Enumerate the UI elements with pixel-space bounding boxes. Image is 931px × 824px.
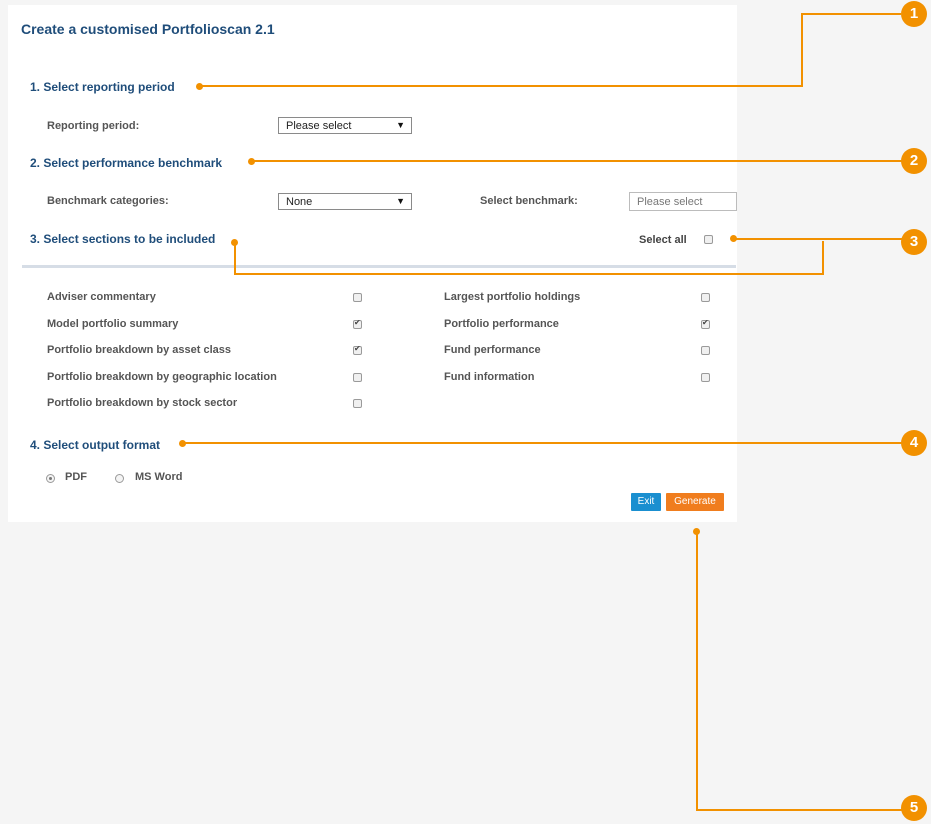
callout-badge-2: 2 [901, 148, 927, 174]
section-heading-included: 3. Select sections to be included [30, 232, 216, 246]
page-title: Create a customised Portfolioscan 2.1 [21, 21, 275, 37]
section-heading-benchmark: 2. Select performance benchmark [30, 156, 223, 170]
callout-line [234, 242, 236, 275]
dropdown-arrow-icon: ▼ [396, 120, 405, 130]
callout-line [183, 442, 902, 444]
callout-badge-1: 1 [901, 1, 927, 27]
section-item-label: Model portfolio summary [47, 318, 179, 330]
section-item-checkbox[interactable] [353, 293, 362, 302]
callout-line [252, 160, 902, 162]
section-item-label: Fund information [444, 371, 535, 383]
section-item-label: Portfolio breakdown by geographic locati… [47, 371, 277, 383]
callout-badge-5: 5 [901, 795, 927, 821]
section-item-label: Fund performance [444, 344, 541, 356]
section-item-label: Portfolio performance [444, 318, 559, 330]
generate-button[interactable]: Generate [666, 493, 724, 511]
pdf-option-label: PDF [65, 471, 87, 483]
benchmark-categories-label: Benchmark categories: [47, 195, 169, 207]
callout-line [822, 241, 824, 275]
reporting-period-label: Reporting period: [47, 120, 140, 132]
reporting-period-value: Please select [286, 120, 352, 132]
benchmark-categories-select[interactable]: None ▼ [278, 193, 412, 210]
section-item-label: Portfolio breakdown by stock sector [47, 397, 238, 409]
section-divider [22, 265, 736, 268]
msword-radio[interactable] [115, 474, 124, 483]
benchmark-categories-value: None [286, 196, 313, 208]
section-item-checkbox[interactable] [353, 373, 362, 382]
section-item-label: Largest portfolio holdings [444, 291, 581, 303]
select-all-label: Select all [639, 234, 687, 246]
section-item-checkbox[interactable] [701, 293, 710, 302]
dropdown-arrow-icon: ▼ [396, 196, 405, 206]
msword-option-label: MS Word [135, 471, 183, 483]
pdf-radio[interactable] [46, 474, 55, 483]
section-heading-output: 4. Select output format [30, 438, 161, 452]
section-item-checkbox[interactable] [353, 344, 362, 355]
section-item-checkbox[interactable] [701, 373, 710, 382]
reporting-period-select[interactable]: Please select ▼ [278, 117, 412, 134]
callout-line [200, 85, 802, 87]
select-all-checkbox[interactable] [704, 235, 713, 244]
section-item-checkbox[interactable] [701, 318, 710, 329]
exit-button[interactable]: Exit [631, 493, 661, 511]
callout-badge-3: 3 [901, 229, 927, 255]
callout-badge-4: 4 [901, 430, 927, 456]
select-benchmark-label: Select benchmark: [480, 195, 578, 207]
select-benchmark-field[interactable]: Please select [629, 192, 737, 211]
section-item-label: Adviser commentary [47, 291, 156, 303]
select-benchmark-value: Please select [637, 196, 703, 208]
callout-line [234, 273, 824, 275]
callout-line [696, 531, 698, 811]
section-heading-reporting: 1. Select reporting period [30, 80, 175, 94]
section-item-label: Portfolio breakdown by asset class [47, 344, 232, 356]
callout-line [801, 13, 901, 15]
callout-line [734, 238, 902, 240]
section-item-checkbox[interactable] [353, 399, 362, 408]
callout-line [801, 13, 803, 87]
section-item-checkbox[interactable] [353, 318, 362, 329]
section-item-checkbox[interactable] [701, 346, 710, 355]
callout-line [696, 809, 902, 811]
